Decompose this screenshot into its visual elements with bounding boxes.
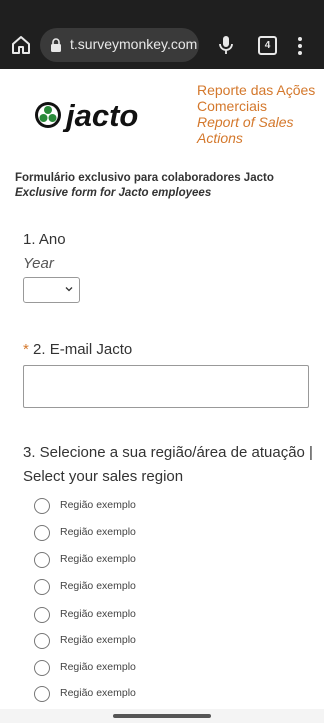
required-asterisk: * <box>23 341 29 358</box>
lock-icon <box>51 38 61 52</box>
region-option[interactable]: Região exemplo <box>34 632 294 652</box>
question-1-subtitle: Year <box>23 255 54 272</box>
region-option-label: Região exemplo <box>60 634 136 646</box>
radio-button[interactable] <box>34 498 50 514</box>
question-1-title: 1. Ano Year <box>23 228 66 276</box>
radio-button[interactable] <box>34 633 50 649</box>
url-text: t.surveymonkey.com <box>70 36 198 52</box>
survey-intro: Formulário exclusivo para colaboradores … <box>15 171 315 201</box>
region-option-label: Região exemplo <box>60 499 136 511</box>
region-option-label: Região exemplo <box>60 687 136 699</box>
question-1-label: 1. Ano <box>23 231 66 248</box>
region-option[interactable]: Região exemplo <box>34 685 294 705</box>
region-option[interactable]: Região exemplo <box>34 606 294 626</box>
survey-title-en: Report of Sales Actions <box>197 114 294 146</box>
radio-button[interactable] <box>34 607 50 623</box>
browser-toolbar: t.surveymonkey.com 4 <box>0 0 324 69</box>
home-gesture-handle[interactable] <box>113 714 211 718</box>
logo-wordmark: jacto <box>62 98 138 132</box>
address-bar[interactable]: t.surveymonkey.com <box>40 28 199 62</box>
home-icon[interactable] <box>10 34 32 56</box>
question-3-title: 3. Selecione a sua região/área de atuaçã… <box>23 444 313 485</box>
region-option[interactable]: Região exemplo <box>34 497 294 517</box>
more-menu-icon[interactable] <box>294 35 306 57</box>
intro-en: Exclusive form for Jacto employees <box>15 187 212 199</box>
radio-button[interactable] <box>34 525 50 541</box>
year-select[interactable] <box>23 277 80 303</box>
microphone-icon[interactable] <box>217 34 235 56</box>
radio-button[interactable] <box>34 686 50 702</box>
radio-button[interactable] <box>34 660 50 676</box>
jacto-logo: jacto <box>35 98 138 132</box>
region-option[interactable]: Região exemplo <box>34 578 294 598</box>
intro-pt: Formulário exclusivo para colaboradores … <box>15 172 274 184</box>
region-option[interactable]: Região exemplo <box>34 524 294 544</box>
question-2-title: * 2. E-mail Jacto <box>23 338 132 362</box>
survey-title: Reporte das Ações Comerciais Report of S… <box>197 82 322 146</box>
region-option-label: Região exemplo <box>60 553 136 565</box>
region-option-label: Região exemplo <box>60 580 136 592</box>
region-option-label: Região exemplo <box>60 608 136 620</box>
region-option-label: Região exemplo <box>60 661 136 673</box>
radio-button[interactable] <box>34 552 50 568</box>
question-2-label: 2. E-mail Jacto <box>33 341 133 358</box>
survey-title-pt: Reporte das Ações Comerciais <box>197 82 316 114</box>
tab-switcher-button[interactable]: 4 <box>258 36 277 55</box>
region-option[interactable]: Região exemplo <box>34 659 294 679</box>
radio-button[interactable] <box>34 579 50 595</box>
email-field[interactable] <box>23 365 309 408</box>
chevron-down-icon <box>65 287 73 292</box>
region-option[interactable]: Região exemplo <box>34 551 294 571</box>
region-option-label: Região exemplo <box>60 526 136 538</box>
